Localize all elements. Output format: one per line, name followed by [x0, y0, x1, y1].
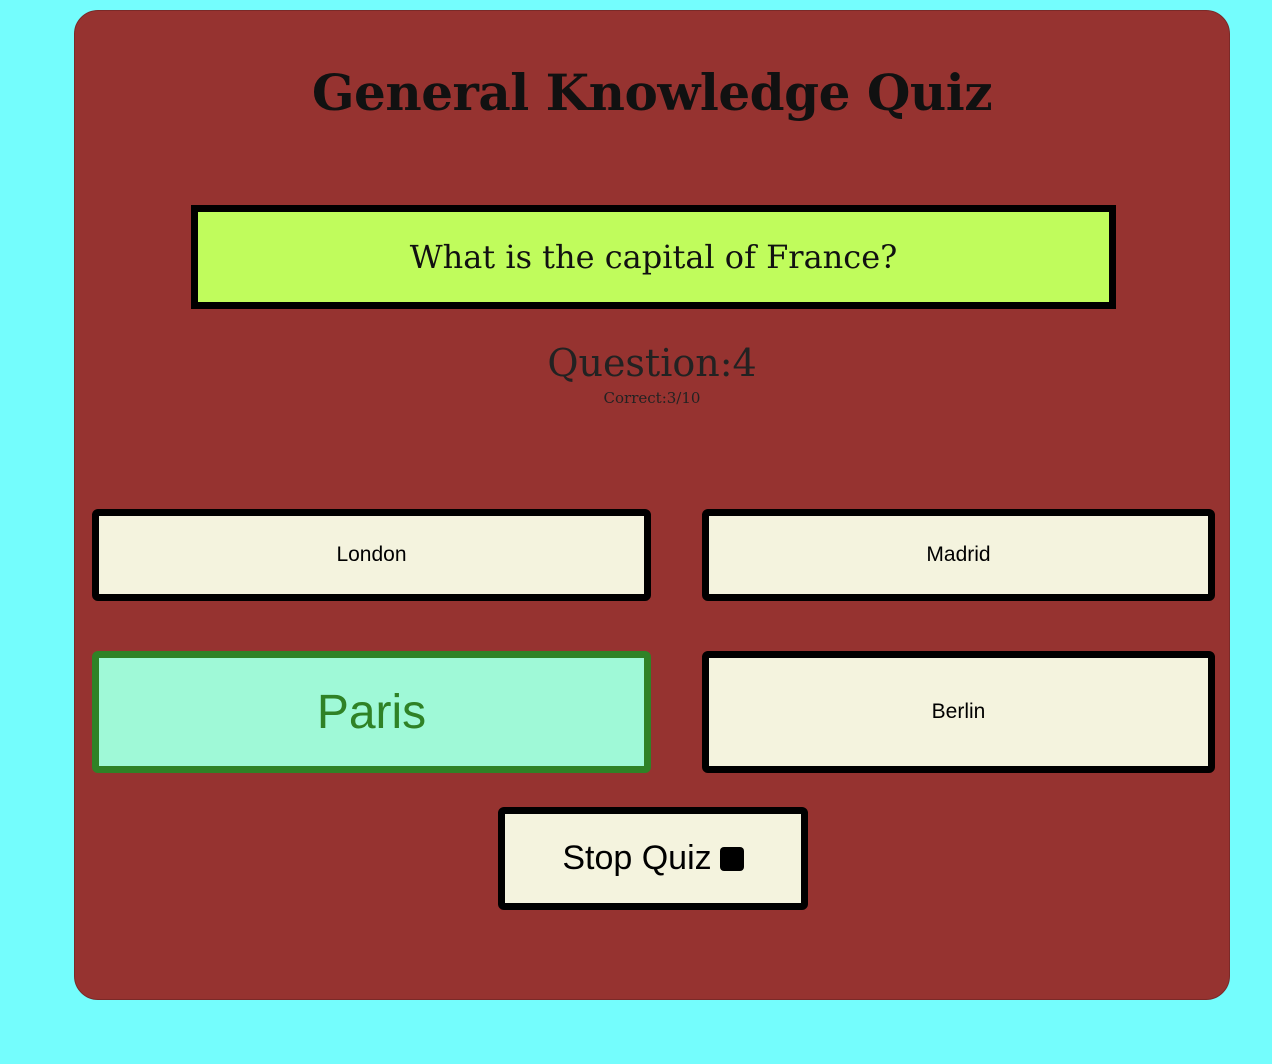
question-counter: Question:4 — [547, 341, 757, 385]
answer-label: Madrid — [926, 543, 991, 566]
answer-label: Paris — [316, 685, 427, 739]
question-box: What is the capital of France? — [191, 205, 1116, 309]
answer-button-madrid[interactable]: Madrid — [702, 509, 1215, 601]
answer-label: London — [336, 543, 407, 566]
stop-icon — [719, 846, 744, 871]
question-text: What is the capital of France? — [409, 238, 898, 276]
stop-quiz-label: Stop Quiz — [562, 839, 712, 877]
answer-button-paris[interactable]: Paris — [92, 651, 651, 773]
score-counter: Correct:3/10 — [603, 389, 701, 407]
answer-label: Berlin — [931, 700, 986, 723]
stop-quiz-button[interactable]: Stop Quiz — [498, 807, 808, 910]
answer-button-berlin[interactable]: Berlin — [702, 651, 1215, 773]
page-title: General Knowledge Quiz — [311, 63, 993, 122]
quiz-card: General Knowledge Quiz What is the capit… — [74, 10, 1230, 1000]
answer-button-london[interactable]: London — [92, 509, 651, 601]
